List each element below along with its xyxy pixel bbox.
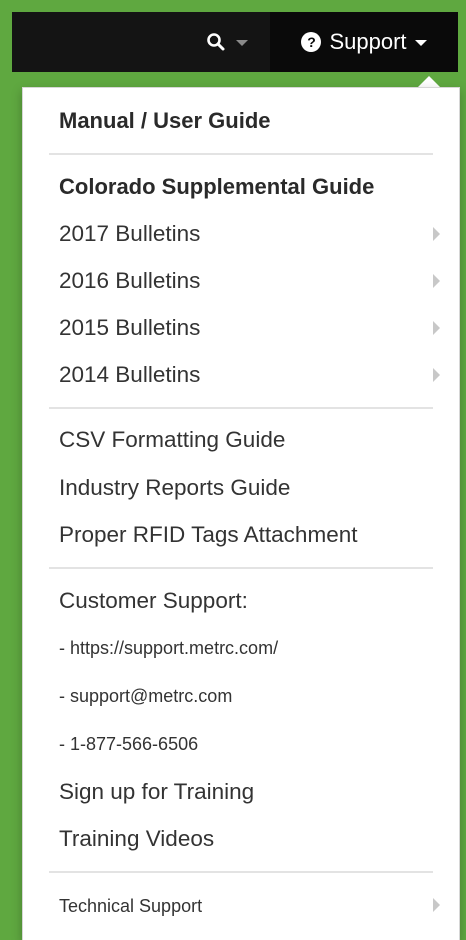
support-phone[interactable]: - 1-877-566-6506: [59, 735, 198, 753]
chevron-right-icon: [433, 227, 440, 241]
menu-item-technical-support[interactable]: Technical Support: [59, 897, 202, 915]
caret-down-icon: [236, 40, 248, 46]
search-icon: [207, 33, 225, 51]
menu-item-colorado-supplemental-guide[interactable]: Colorado Supplemental Guide: [59, 176, 374, 198]
top-navbar: ? Support: [12, 12, 458, 72]
menu-item-2017-bulletins[interactable]: 2017 Bulletins: [59, 222, 200, 246]
menu-item-2015-bulletins[interactable]: 2015 Bulletins: [59, 316, 200, 340]
chevron-right-icon: [433, 274, 440, 288]
menu-item-csv-formatting-guide[interactable]: CSV Formatting Guide: [59, 428, 285, 452]
menu-item-training-videos[interactable]: Training Videos: [59, 827, 214, 851]
chevron-right-icon: [433, 321, 440, 335]
menu-item-industry-reports-guide[interactable]: Industry Reports Guide: [59, 476, 290, 500]
menu-divider: [49, 153, 433, 155]
customer-support-heading: Customer Support:: [59, 588, 248, 613]
support-menu-toggle[interactable]: ? Support: [270, 12, 458, 72]
support-email-link[interactable]: - support@metrc.com: [59, 687, 232, 705]
support-website-link[interactable]: - https://support.metrc.com/: [59, 639, 278, 657]
menu-item-sign-up-for-training[interactable]: Sign up for Training: [59, 780, 254, 804]
menu-item-manual-user-guide[interactable]: Manual / User Guide: [59, 110, 271, 132]
support-label: Support: [329, 29, 407, 54]
question-circle-icon: ?: [301, 32, 322, 52]
caret-down-icon: [414, 40, 427, 46]
menu-item-2016-bulletins[interactable]: 2016 Bulletins: [59, 269, 200, 293]
support-dropdown-menu: Manual / User Guide Colorado Supplementa…: [22, 87, 460, 940]
menu-item-2014-bulletins[interactable]: 2014 Bulletins: [59, 363, 200, 387]
menu-divider: [49, 871, 433, 873]
menu-item-proper-rfid-tags-attachment[interactable]: Proper RFID Tags Attachment: [59, 523, 357, 547]
left-green-border: [0, 72, 12, 940]
menu-divider: [49, 567, 433, 569]
search-dropdown-toggle[interactable]: [182, 12, 272, 72]
dropdown-pointer: [418, 76, 440, 87]
chevron-right-icon: [433, 898, 440, 912]
menu-divider: [49, 407, 433, 409]
chevron-right-icon: [433, 368, 440, 382]
